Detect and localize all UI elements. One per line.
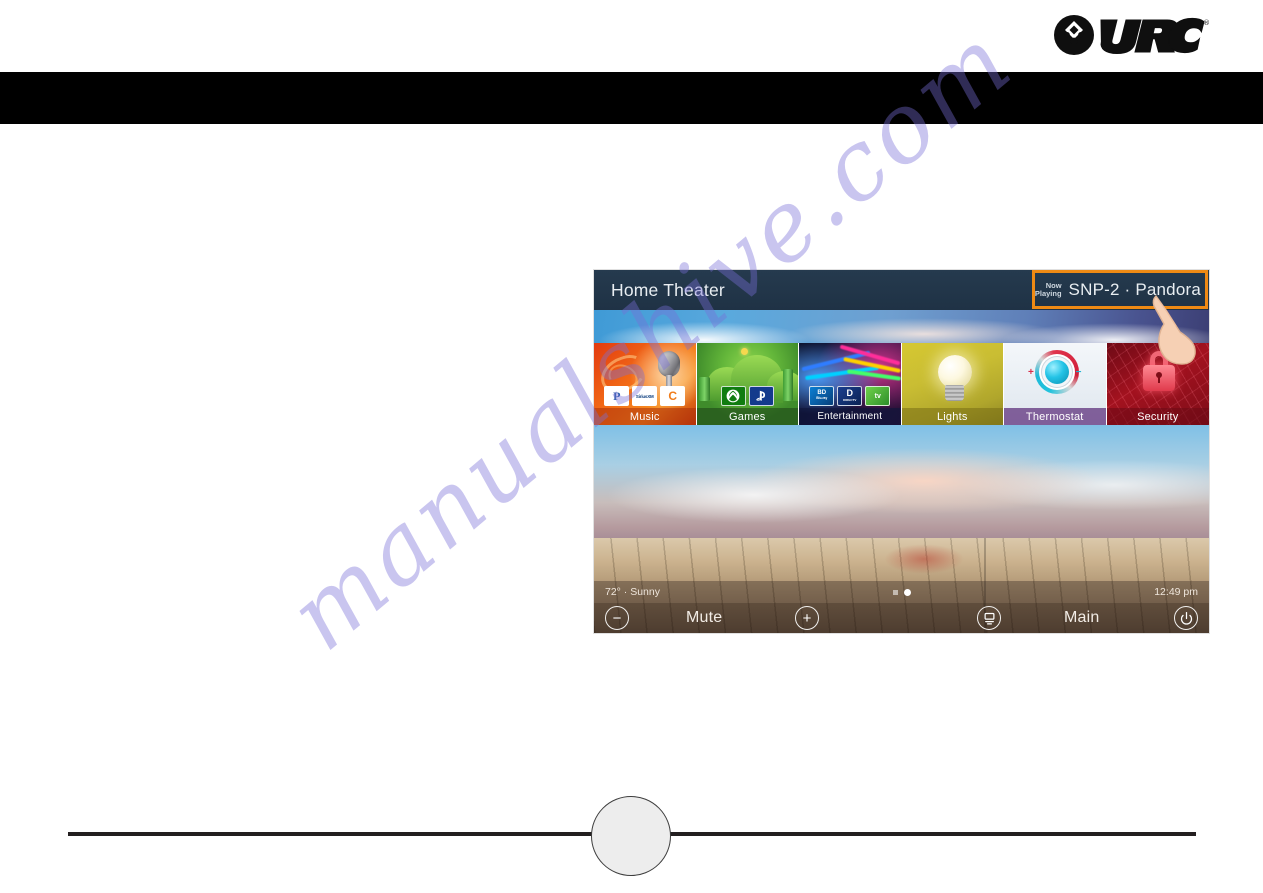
games-console-badges: [697, 386, 799, 408]
weather-status: 72° · Sunny: [605, 586, 660, 598]
thermostat-plus-icon: +: [1028, 367, 1034, 378]
mute-button[interactable]: Mute: [686, 609, 722, 627]
bottom-control-bar: − Mute + Main: [594, 603, 1209, 633]
bluray-icon: BD Blu-ray: [809, 386, 835, 406]
page-dot-1[interactable]: [892, 589, 898, 595]
urc-touchscreen-screenshot: Home Theater Now Playing SNP-2 · Pandora…: [594, 270, 1209, 633]
xbox-icon: [720, 386, 746, 406]
tile-label-lights: Lights: [901, 408, 1003, 425]
tile-thermostat[interactable]: + − Thermostat: [1004, 343, 1107, 425]
tile-music[interactable]: P SiriusXM C Music: [594, 343, 697, 425]
registered-mark: ®: [1203, 19, 1210, 27]
tile-lights[interactable]: Lights: [901, 343, 1004, 425]
page-indicator[interactable]: [892, 588, 911, 596]
tile-games[interactable]: Games: [696, 343, 799, 425]
thermostat-minus-icon: −: [1075, 367, 1082, 378]
now-playing-label: Now Playing: [1034, 281, 1062, 299]
wallpaper-sky-lower: [594, 425, 1209, 550]
tile-entertainment[interactable]: BD Blu-ray D DIRECTV tv Entertainment: [799, 343, 902, 425]
lightbulb-base: [944, 385, 964, 401]
tile-label-security: Security: [1106, 408, 1209, 425]
rooms-button[interactable]: [977, 606, 1001, 630]
music-service-c-icon: C: [660, 386, 686, 406]
section-banner: [0, 72, 1263, 124]
thermostat-dome-icon: [1045, 360, 1069, 384]
page-dot-2-active[interactable]: [903, 588, 911, 596]
playstation-icon: [748, 386, 774, 406]
padlock-keyhole: [1155, 372, 1162, 383]
rooms-icon: [984, 612, 994, 624]
music-service-badges: P SiriusXM C: [594, 386, 696, 408]
power-button[interactable]: [1174, 606, 1198, 630]
volume-up-button[interactable]: +: [795, 606, 819, 630]
lightbulb-icon: [937, 355, 972, 389]
pointing-hand-cursor: [1152, 295, 1196, 365]
entertainment-source-badges: BD Blu-ray D DIRECTV tv: [799, 386, 901, 408]
pandora-icon: P: [604, 386, 630, 406]
tile-label-thermostat: Thermostat: [1004, 408, 1106, 425]
room-name-button[interactable]: Main: [1064, 609, 1099, 627]
directv-icon: D DIRECTV: [837, 386, 863, 406]
now-playing-label-line2: Playing: [1034, 289, 1062, 298]
volume-down-button[interactable]: −: [605, 606, 629, 630]
clock-status: 12:49 pm: [1154, 586, 1198, 598]
tile-label-entertainment: Entertainment: [799, 408, 901, 425]
top-logo-bar: ®: [0, 0, 1263, 70]
tile-label-music: Music: [594, 408, 696, 425]
activity-tile-row: P SiriusXM C Music Games BD Blu-ray D DI…: [594, 343, 1209, 425]
wallpaper-sky-upper: [594, 310, 1209, 343]
device-header: Home Theater Now Playing SNP-2 · Pandora: [594, 270, 1209, 310]
page-title: Home Theater: [611, 279, 725, 300]
status-strip: 72° · Sunny 12:49 pm: [594, 581, 1209, 603]
apple-tv-icon: tv: [865, 386, 891, 406]
siriusxm-icon: SiriusXM: [632, 386, 658, 406]
page-number-circle: [591, 796, 671, 876]
power-icon: [1180, 611, 1192, 625]
urc-logo: ®: [1053, 14, 1211, 56]
sun-icon: [740, 348, 748, 355]
tile-label-games: Games: [696, 408, 798, 425]
